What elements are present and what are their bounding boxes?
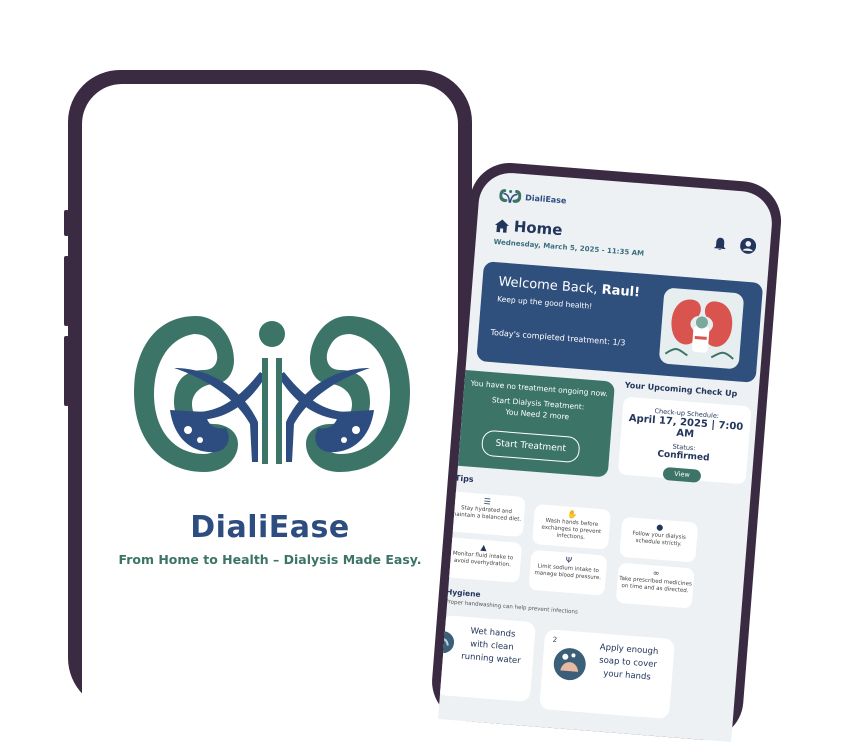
home-icon [495,218,509,233]
hygiene-step-text: Apply enough soap to cover your hands [598,642,659,683]
tip-text: Follow your dialysis schedule strictly. [632,530,687,548]
splash-screen: DialiEase From Home to Health – Dialysis… [82,84,458,710]
phone-side-button [64,210,69,236]
welcome-card: Welcome Back, Raul! Keep up the good hea… [476,261,764,383]
dialiease-logo-icon [134,316,410,472]
soap-hands-icon [553,648,586,681]
current-datetime: Wednesday, March 5, 2025 - 11:35 AM [493,237,645,258]
dialiease-logo-icon [499,189,522,203]
view-checkup-button[interactable]: View [662,466,702,483]
tips-section-title: Tips [454,473,474,485]
hygiene-step-text: Wet hands with clean running water [460,626,522,667]
kidney-illustration-icon [659,288,744,369]
tip-card: ☰ Stay hydrated and maintain a balanced … [446,491,526,538]
app-name: DialiEase [190,510,350,545]
step-number: 2 [552,635,558,645]
bell-icon[interactable] [713,237,727,251]
app-header: DialiEase [499,188,567,207]
tip-card: ∞ Take prescribed medicines on time and … [615,562,695,609]
checkup-section-title: Your Upcoming Check Up [624,380,738,399]
app-tagline: From Home to Health – Dialysis Made Easy… [118,552,422,567]
home-screen: DialiEase Home Wednesday, March 5, 2025 … [438,170,775,743]
splash-phone: DialiEase From Home to Health – Dialysis… [64,70,472,710]
welcome-subtitle: Keep up the good health! [496,294,593,311]
hygiene-step-card: 2 Apply enough soap to cover your hands [539,629,676,720]
hygiene-section-title: Hygiene [445,587,481,599]
page-header: Home [494,216,563,239]
header-actions [713,235,757,254]
treatment-requirement: Start Dialysis Treatment: You Need 2 mor… [466,392,609,425]
tip-card: Ψ Limit sodium intake to manage blood pr… [528,549,608,596]
user-name: Raul! [601,282,641,301]
treatment-progress: Today's completed treatment: 1/3 [490,327,626,348]
home-phone: DialiEase Home Wednesday, March 5, 2025 … [429,160,785,743]
hand-wash-icon [438,631,455,654]
tip-card: ✋ Wash hands before exchanges to prevent… [532,503,611,550]
greeting-text: Welcome Back, [497,274,603,298]
phone-side-button [64,256,69,326]
tip-text: Limit sodium intake to manage blood pres… [534,563,602,582]
checkup-card: Check-up Schedule: April 17, 2025 | 7:00… [617,396,752,485]
tip-card: ● Follow your dialysis schedule strictly… [619,516,699,563]
phone-side-button [64,336,69,406]
no-treatment-card: You have no treatment ongoing now. Start… [457,370,616,478]
page-title: Home [513,217,564,240]
tip-text: Stay hydrated and maintain a balanced di… [450,505,522,523]
tip-card: ▲ Monitor fluid intake to avoid overhydr… [443,537,523,583]
hygiene-step-card: Wet hands with clean running water [438,614,536,703]
brand-name: DialiEase [524,192,567,205]
start-treatment-button[interactable]: Start Treatment [480,429,581,464]
hygiene-subtitle: Proper handwashing can help prevent infe… [444,599,579,616]
tip-text: Wash hands before exchanges to prevent i… [541,517,602,541]
profile-icon[interactable] [740,237,757,254]
tip-text: Monitor fluid intake to avoid overhydrat… [452,550,514,569]
